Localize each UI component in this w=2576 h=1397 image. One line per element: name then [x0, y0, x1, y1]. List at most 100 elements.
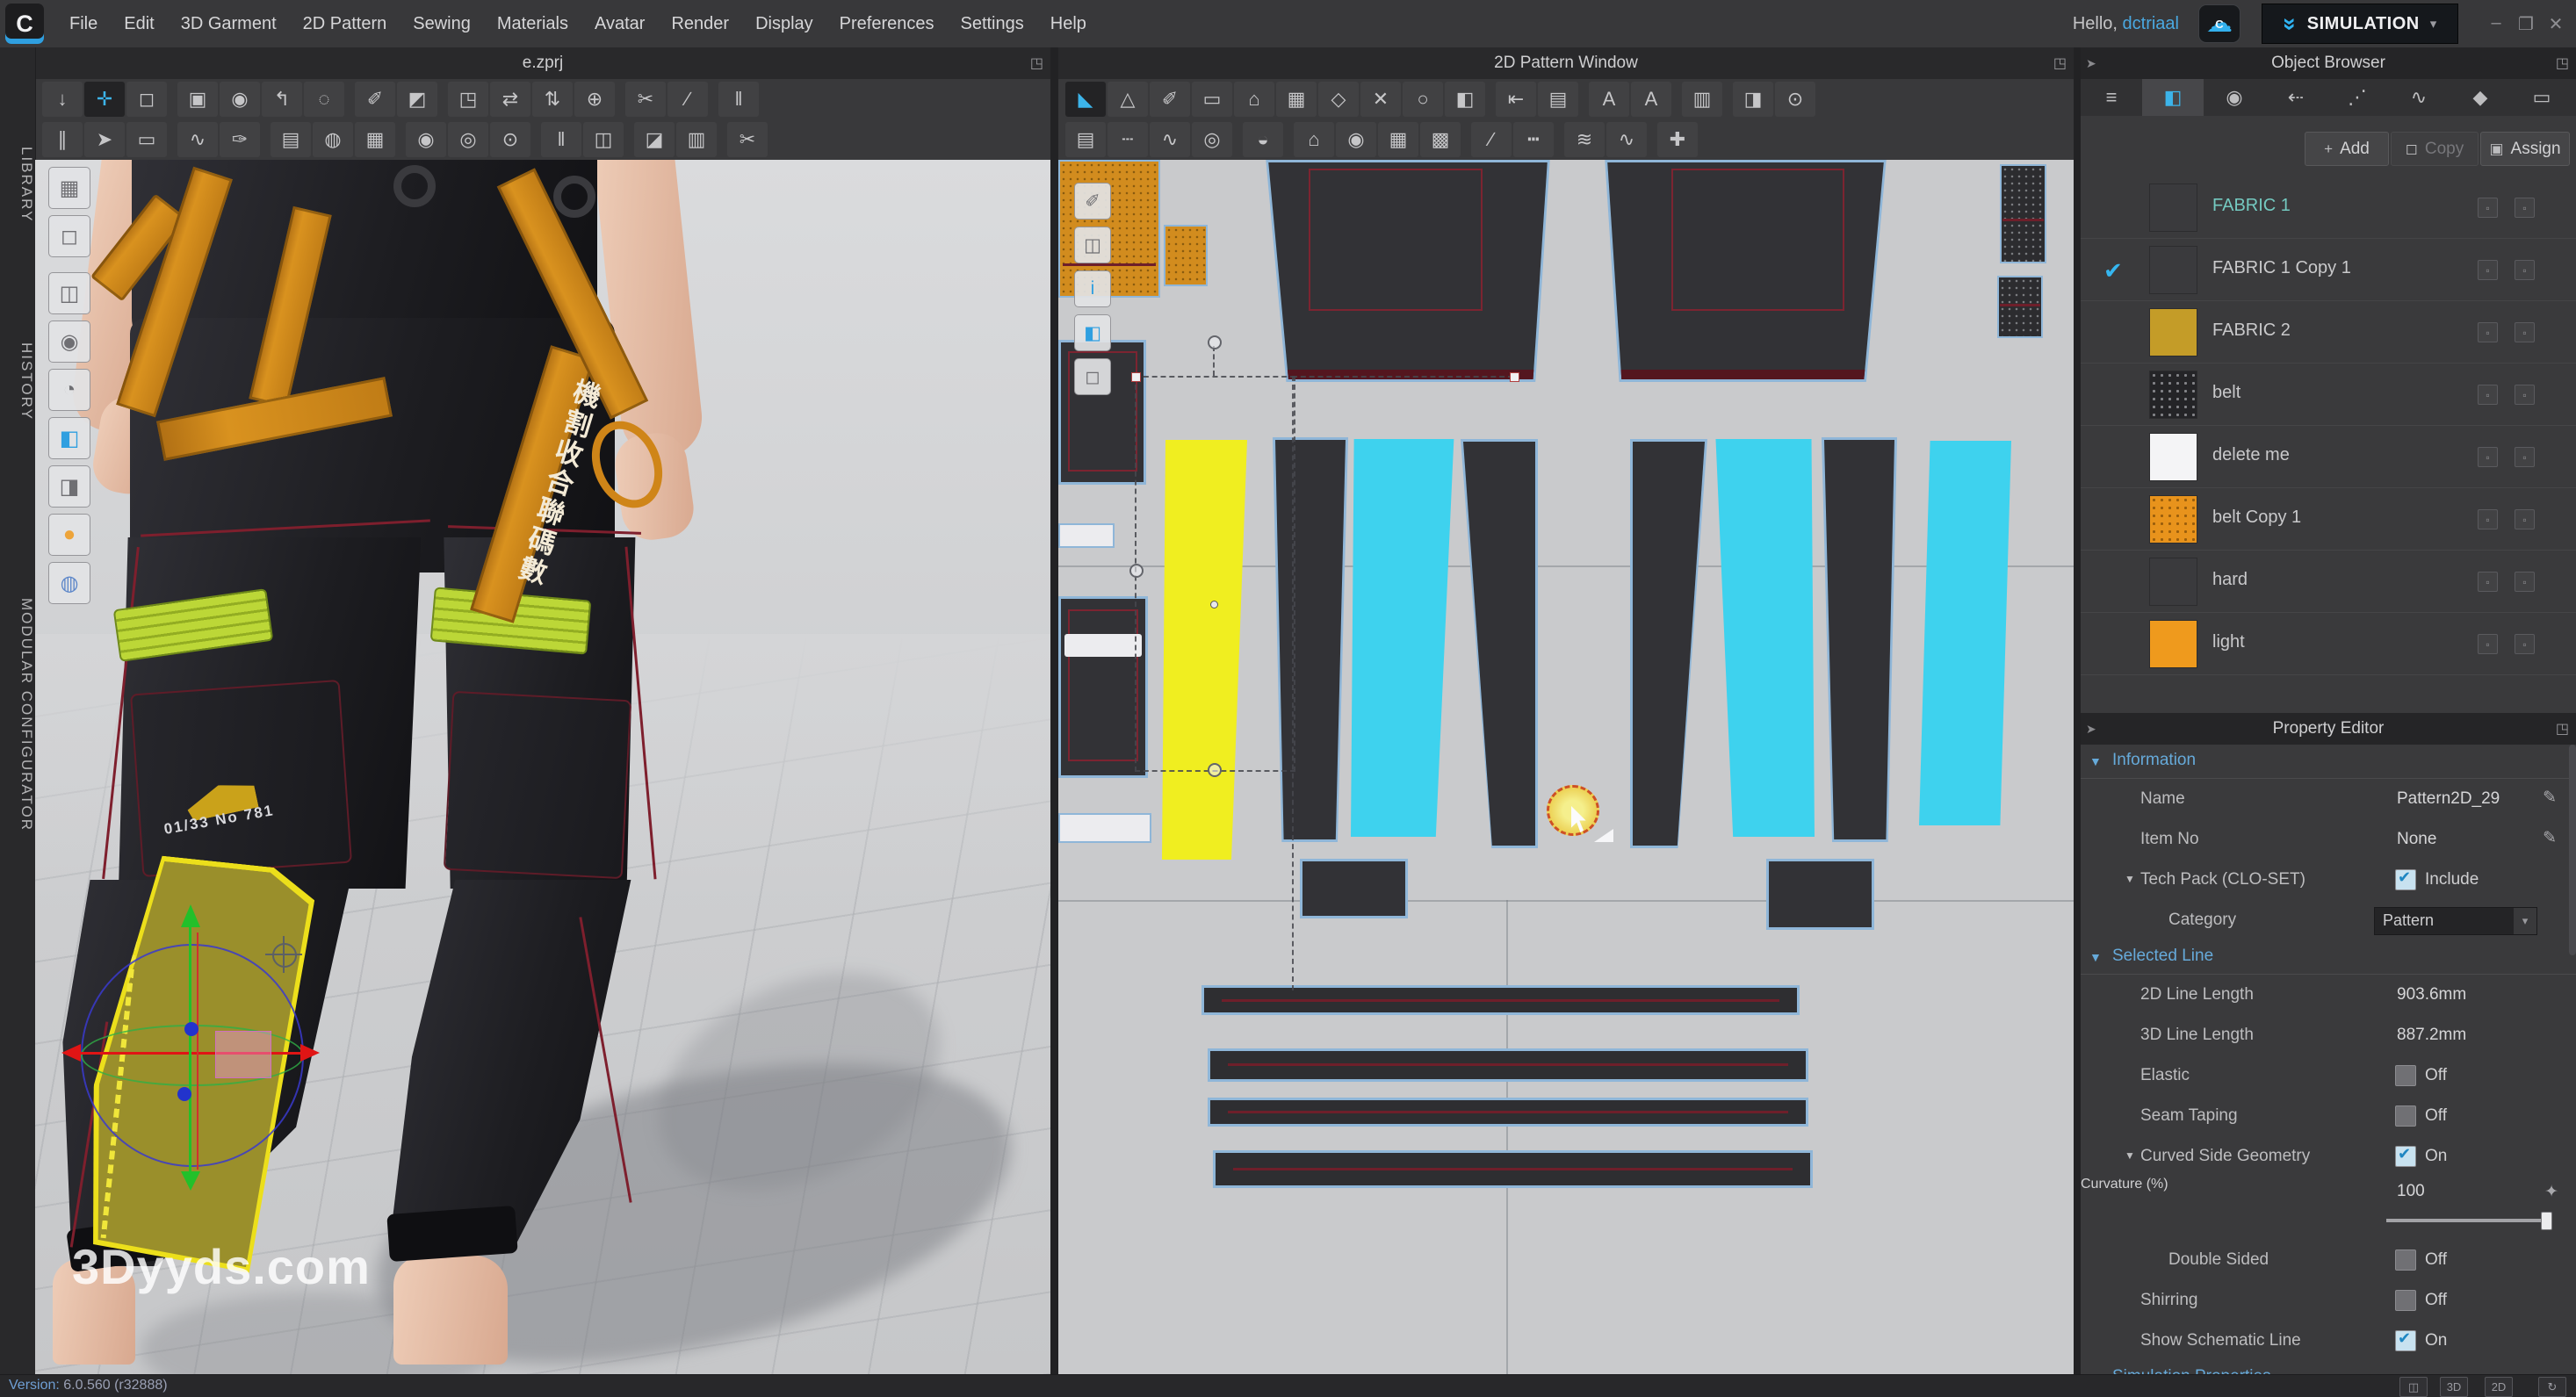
x-dart-icon[interactable]: ✕ [1360, 82, 1401, 117]
checkbox[interactable] [2395, 1249, 2416, 1271]
press-iron-icon[interactable]: ◒ [1243, 122, 1283, 157]
checkbox[interactable] [2395, 869, 2416, 890]
collapse-icon[interactable]: ▼ [2089, 950, 2102, 964]
assign-button[interactable]: ▣Assign [2480, 132, 2570, 166]
tab-zipper-icon[interactable]: ⇠ [2265, 79, 2327, 116]
bottom-handle[interactable] [1208, 763, 1222, 777]
sidebar-tab-library[interactable]: LIBRARY [0, 105, 35, 263]
lock-button-icon[interactable]: ⊙ [490, 122, 530, 157]
garment-right-cuff[interactable] [386, 1206, 517, 1262]
checkbox[interactable] [2395, 1146, 2416, 1167]
gizmo-x-arrow-left[interactable] [61, 1044, 81, 1062]
slider-track[interactable] [2386, 1219, 2551, 1222]
checkbox[interactable] [2395, 1330, 2416, 1351]
wrench-icon[interactable]: ✦ [2544, 1182, 2558, 1202]
font-tool-icon[interactable]: A [1631, 82, 1671, 117]
checkbox[interactable] [2395, 1105, 2416, 1127]
fabric-row-hard[interactable]: hard▫▫ [2081, 550, 2576, 613]
section-selected-line[interactable]: ▼Selected Line [2081, 940, 2576, 975]
pinch-pen-icon[interactable]: ✑ [220, 122, 260, 157]
view3d-titlebar[interactable]: e.zprj ◳ [35, 47, 1050, 79]
pattern-outline-icon[interactable]: ▦ [1276, 82, 1317, 117]
username[interactable]: dctriaal [2123, 14, 2179, 33]
sew-free-icon[interactable]: ∿ [1150, 122, 1190, 157]
select-move-icon[interactable]: ✛ [84, 82, 125, 117]
simulation-button[interactable]: » SIMULATION ▾ [2262, 4, 2458, 44]
menu-3d-garment[interactable]: 3D Garment [168, 14, 290, 34]
fabric-swatch[interactable] [2149, 558, 2197, 606]
slider-value[interactable]: 100 [2397, 1182, 2425, 1201]
steam-icon[interactable]: ◍ [313, 122, 353, 157]
fabric-save-icon[interactable]: ▫ [2478, 322, 2498, 342]
sync-garment-icon[interactable]: ⇅ [532, 82, 573, 117]
fabric-save-icon[interactable]: ▫ [2478, 572, 2498, 592]
dropdown-caret-icon[interactable]: ▾ [2514, 908, 2536, 934]
popout-icon[interactable]: ◳ [2556, 54, 2569, 72]
clo-cloud-button[interactable]: ☁C [2198, 4, 2240, 43]
gizmo-y-arrow-down[interactable] [181, 1171, 200, 1191]
pattern-piece-waistband-3[interactable] [1208, 1098, 1808, 1127]
texture-check-icon[interactable]: ▦ [355, 122, 395, 157]
pattern-piece-front-panel-right[interactable] [1602, 160, 1889, 382]
section-information[interactable]: ▼Information [2081, 745, 2576, 779]
polygon-pattern-icon[interactable]: ⌂ [1234, 82, 1274, 117]
elastic-icon[interactable]: ≋ [1564, 122, 1605, 157]
transform-icon[interactable]: ◣ [1065, 82, 1106, 117]
show-fabric-2d-icon[interactable]: ◧ [1074, 314, 1111, 351]
pattern-piece-strip-5[interactable] [1919, 441, 2011, 825]
fabric-assign-icon[interactable]: ▫ [2515, 447, 2535, 467]
tab-list-icon[interactable]: ≡ [2081, 79, 2142, 116]
fold-roll-icon[interactable]: ◫ [583, 122, 624, 157]
pattern-piece-white-strip-1[interactable] [1058, 523, 1115, 548]
fabric-row-belt-copy-1[interactable]: belt Copy 1▫▫ [2081, 487, 2576, 551]
menu-settings[interactable]: Settings [947, 14, 1036, 34]
measure-ruler-icon[interactable]: ⇤ [1496, 82, 1536, 117]
side-handle[interactable] [1129, 564, 1144, 578]
fabric-row-delete-me[interactable]: delete me▫▫ [2081, 425, 2576, 488]
texture-edit-icon[interactable]: ◨ [1733, 82, 1773, 117]
fabric-swatch[interactable] [2149, 371, 2197, 419]
menu-materials[interactable]: Materials [484, 14, 581, 34]
fabric-swatch[interactable] [2149, 495, 2197, 544]
collapse-icon[interactable]: ▼ [2125, 1149, 2135, 1162]
fabric-assign-icon[interactable]: ▫ [2515, 198, 2535, 218]
hide-garment-icon[interactable]: ◻ [48, 215, 90, 257]
show-sketch-icon[interactable]: ✐ [1074, 183, 1111, 220]
pause-walk-icon[interactable]: ∥ [42, 122, 83, 157]
avatar-skin-icon[interactable]: ● [48, 514, 90, 556]
tab-label-icon[interactable]: ▭ [2511, 79, 2572, 116]
pattern-piece-strip-3[interactable] [1713, 439, 1815, 837]
sewing-pin-icon[interactable]: ◌ [304, 82, 344, 117]
pattern-piece-orange-piece-2[interactable] [1164, 225, 1208, 286]
sew-tweak-icon[interactable]: ▤ [271, 122, 311, 157]
pattern-piece-pocket-right[interactable] [1766, 859, 1874, 930]
show-fabric-icon[interactable]: ◧ [48, 417, 90, 459]
pattern-piece-waistband-4[interactable] [1213, 1150, 1813, 1188]
app-logo[interactable]: C [5, 4, 44, 44]
rect-pattern-icon[interactable]: ▭ [1192, 82, 1232, 117]
fabric-assign-icon[interactable]: ▫ [2515, 572, 2535, 592]
fabric-swatch[interactable] [2149, 246, 2197, 294]
gizmo-dot[interactable] [177, 1087, 191, 1101]
fabric-assign-icon[interactable]: ▫ [2515, 322, 2535, 342]
pin-icon[interactable]: ◉ [220, 82, 260, 117]
fabric-row-fabric-2[interactable]: FABRIC 2▫▫ [2081, 300, 2576, 364]
shirt-pin-icon[interactable]: ◉ [1336, 122, 1376, 157]
tuck-icon[interactable]: ▥ [676, 122, 717, 157]
shirt-arrow-icon[interactable]: ⌂ [1294, 122, 1334, 157]
fabric-save-icon[interactable]: ▫ [2478, 385, 2498, 405]
shirring-icon[interactable]: ∿ [1606, 122, 1647, 157]
buttonhole-icon[interactable]: ◎ [448, 122, 488, 157]
sew-detect-icon[interactable]: ◎ [1192, 122, 1232, 157]
sew-segment-icon[interactable]: ┄ [1108, 122, 1148, 157]
fabric-save-icon[interactable]: ▫ [2478, 260, 2498, 280]
tab-puckering-icon[interactable]: ∿ [2388, 79, 2450, 116]
fix-pin-icon[interactable]: ▣ [177, 82, 218, 117]
copy-button[interactable]: ◻Copy [2391, 132, 2479, 166]
cut-sew-icon[interactable]: ✂ [727, 122, 768, 157]
object-browser-header[interactable]: ➤ Object Browser ◳ [2081, 47, 2576, 79]
select-mesh-box-icon[interactable]: ▭ [126, 122, 167, 157]
pattern-piece-panel-mid-left[interactable] [1461, 439, 1538, 848]
fabric-save-icon[interactable]: ▫ [2478, 198, 2498, 218]
menu-sewing[interactable]: Sewing [400, 14, 484, 34]
